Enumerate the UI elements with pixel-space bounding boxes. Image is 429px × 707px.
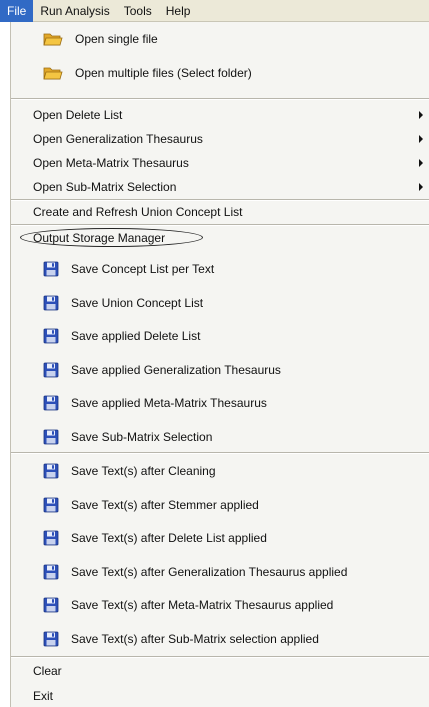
menu-file[interactable]: File [0,0,34,22]
floppy-disk-icon [43,530,59,546]
save-text-menu-item[interactable]: Save Text(s) after Generalization Thesau… [11,560,429,584]
folder-icon [43,33,63,46]
floppy-disk-icon [43,295,59,310]
open-multiple-files-label: Open multiple files (Select folder) [75,66,252,80]
floppy-disk-icon [43,328,59,344]
separator [11,656,429,658]
save-text-menu-label: Save Text(s) after Stemmer applied [71,497,259,512]
menu-run-analysis[interactable]: Run Analysis [33,0,116,22]
open-meta-matrix-thesaurus-item[interactable]: Open Meta-Matrix Thesaurus [11,152,429,174]
create-refresh-union-item[interactable]: Create and Refresh Union Concept List [11,201,429,223]
save-text-menu-item[interactable]: Save Text(s) after Stemmer applied [11,493,429,517]
open-meta-matrix-thesaurus-label: Open Meta-Matrix Thesaurus [33,156,189,170]
save-menu-item[interactable]: Save Union Concept List [11,291,429,315]
open-delete-list-label: Open Delete List [33,108,123,122]
save-text-menu-label: Save Text(s) after Generalization Thesau… [71,564,348,579]
menu-bar: File Run Analysis Tools Help [0,0,429,22]
open-single-file-item[interactable]: Open single file [11,26,429,52]
open-sub-matrix-selection-item[interactable]: Open Sub-Matrix Selection [11,176,429,198]
open-generalization-thesaurus-item[interactable]: Open Generalization Thesaurus [11,128,429,150]
floppy-disk-icon [43,261,59,277]
save-menu-item[interactable]: Save Concept List per Text [11,257,429,281]
submenu-arrow-icon [419,135,423,143]
save-menu-item[interactable]: Save applied Generalization Thesaurus [11,358,429,382]
floppy-disk-icon [43,463,59,479]
save-menu-item[interactable]: Save Sub-Matrix Selection [11,425,429,449]
output-storage-manager-label: Output Storage Manager [33,231,166,245]
file-menu-dropdown: Open single file Open multiple files (Se… [10,22,429,707]
floppy-disk-icon [43,497,59,512]
save-menu-label: Save Concept List per Text [71,262,215,276]
save-menu-label: Save Sub-Matrix Selection [71,429,213,444]
menu-help[interactable]: Help [159,0,198,22]
floppy-disk-icon [43,597,59,613]
submenu-arrow-icon [419,159,423,167]
save-text-menu-item[interactable]: Save Text(s) after Sub-Matrix selection … [11,627,429,651]
clear-item[interactable]: Clear [11,660,429,682]
separator [11,224,429,226]
open-delete-list-item[interactable]: Open Delete List [11,104,429,126]
submenu-arrow-icon [419,111,423,119]
separator [11,452,429,454]
folder-icon [43,67,63,80]
open-generalization-thesaurus-label: Open Generalization Thesaurus [33,132,203,146]
save-text-menu-item[interactable]: Save Text(s) after Meta-Matrix Thesaurus… [11,593,429,617]
save-text-menu-label: Save Text(s) after Meta-Matrix Thesaurus… [71,598,334,612]
open-single-file-label: Open single file [75,32,158,46]
save-text-menu-label: Save Text(s) after Cleaning [71,464,216,478]
exit-label: Exit [33,689,54,703]
save-menu-label: Save applied Generalization Thesaurus [71,362,281,377]
save-text-menu-item[interactable]: Save Text(s) after Delete List applied [11,526,429,550]
create-refresh-union-label: Create and Refresh Union Concept List [33,205,243,219]
save-menu-item[interactable]: Save applied Meta-Matrix Thesaurus [11,391,429,415]
exit-item[interactable]: Exit [11,685,429,707]
save-menu-label: Save applied Meta-Matrix Thesaurus [71,396,267,410]
save-text-menu-label: Save Text(s) after Sub-Matrix selection … [71,631,319,646]
floppy-disk-icon [43,395,59,411]
floppy-disk-icon [43,362,59,377]
submenu-arrow-icon [419,183,423,191]
output-storage-manager-item[interactable]: Output Storage Manager [11,227,429,249]
clear-label: Clear [33,664,62,678]
save-text-menu-item[interactable]: Save Text(s) after Cleaning [11,459,429,483]
open-sub-matrix-selection-label: Open Sub-Matrix Selection [33,180,177,194]
floppy-disk-icon [43,564,59,579]
separator [11,98,429,100]
floppy-disk-icon [43,429,59,444]
save-menu-label: Save applied Delete List [71,329,201,343]
floppy-disk-icon [43,631,59,646]
save-menu-label: Save Union Concept List [71,295,204,310]
open-multiple-files-item[interactable]: Open multiple files (Select folder) [11,60,429,86]
save-text-menu-label: Save Text(s) after Delete List applied [71,531,267,545]
save-menu-item[interactable]: Save applied Delete List [11,324,429,348]
menu-tools[interactable]: Tools [117,0,159,22]
